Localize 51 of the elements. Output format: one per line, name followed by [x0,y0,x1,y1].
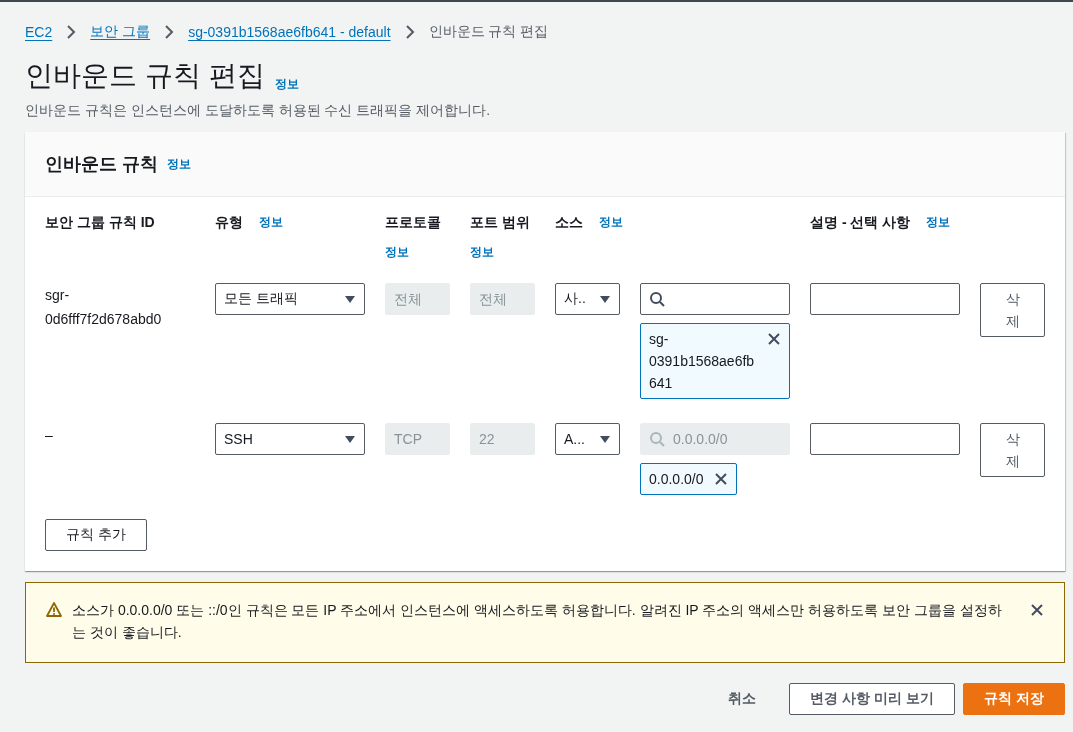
preview-button[interactable]: 변경 사항 미리 보기 [789,683,956,715]
info-link[interactable]: 정보 [926,211,951,233]
info-link[interactable]: 정보 [385,241,409,263]
panel-title: 인바운드 규칙 [45,153,158,176]
description-field[interactable] [810,283,960,315]
info-link[interactable]: 정보 [259,211,283,233]
column-header: 유형 [215,213,243,232]
rule-id: sgr-0d6fff7f2d678abd0 [45,286,163,329]
rule-id: – [45,426,54,445]
chevron-right-icon [404,25,415,39]
column-header: 보안 그룹 규칙 ID [45,213,155,232]
close-icon[interactable] [713,472,728,486]
caret-down-icon [344,294,356,304]
delete-button[interactable]: 삭제 [980,283,1045,337]
breadcrumb-link[interactable]: EC2 [25,24,53,40]
save-button[interactable]: 규칙 저장 [963,683,1065,715]
token-label: 0.0.0.0/0 [649,470,704,489]
chevron-right-icon [66,25,77,39]
chevron-right-icon [164,25,175,39]
breadcrumb-link[interactable]: sg-0391b1568ae6fb641 - default [188,24,391,40]
caret-down-icon [599,294,611,304]
source-search-field[interactable] [640,283,790,315]
info-link[interactable]: 정보 [167,154,191,174]
column-header: 설명 - 선택 사항 [810,213,911,232]
close-icon[interactable] [1030,603,1044,617]
source-select[interactable]: 사.. [555,283,620,315]
page-title: 인바운드 규칙 편집 [25,59,265,93]
token-label: sg-0391b1568ae6fb641 [649,330,756,393]
warning-icon [46,602,62,617]
warning-message: 소스가 0.0.0.0/0 또는 ::/0인 규칙은 모든 IP 주소에서 인스턴스에 액세스하도록 허용합니다. 알려진 IP 주소의 액세스만 허용하도록 보안 그룹을 설정하는 것이 좋습니다. [72,601,1003,642]
add-rule-button[interactable]: 규칙 추가 [45,519,147,551]
info-link[interactable]: 정보 [599,211,623,233]
column-header: 소스 [555,213,583,232]
caret-down-icon [344,434,356,444]
caret-down-icon [599,434,611,444]
search-icon [649,291,665,307]
column-header: 프로토콜 [385,213,441,232]
close-icon[interactable] [767,332,781,346]
breadcrumb-link[interactable]: 보안 그룹 [90,23,151,41]
cancel-button[interactable]: 취소 [707,683,778,715]
type-select[interactable]: 모든 트래픽 [215,283,365,315]
description-field[interactable] [810,423,960,455]
delete-button[interactable]: 삭제 [980,423,1045,477]
search-icon [649,431,665,447]
breadcrumb-current: 인바운드 규칙 편집 [428,23,549,41]
type-select[interactable]: SSH [215,423,365,455]
source-select[interactable]: A... [555,423,620,455]
info-link[interactable]: 정보 [470,241,494,263]
info-link[interactable]: 정보 [274,74,299,94]
column-header: 포트 범위 [470,213,530,232]
page-description: 인바운드 규칙은 인스턴스에 도달하도록 허용된 수신 트래픽을 제어합니다. [25,101,492,120]
